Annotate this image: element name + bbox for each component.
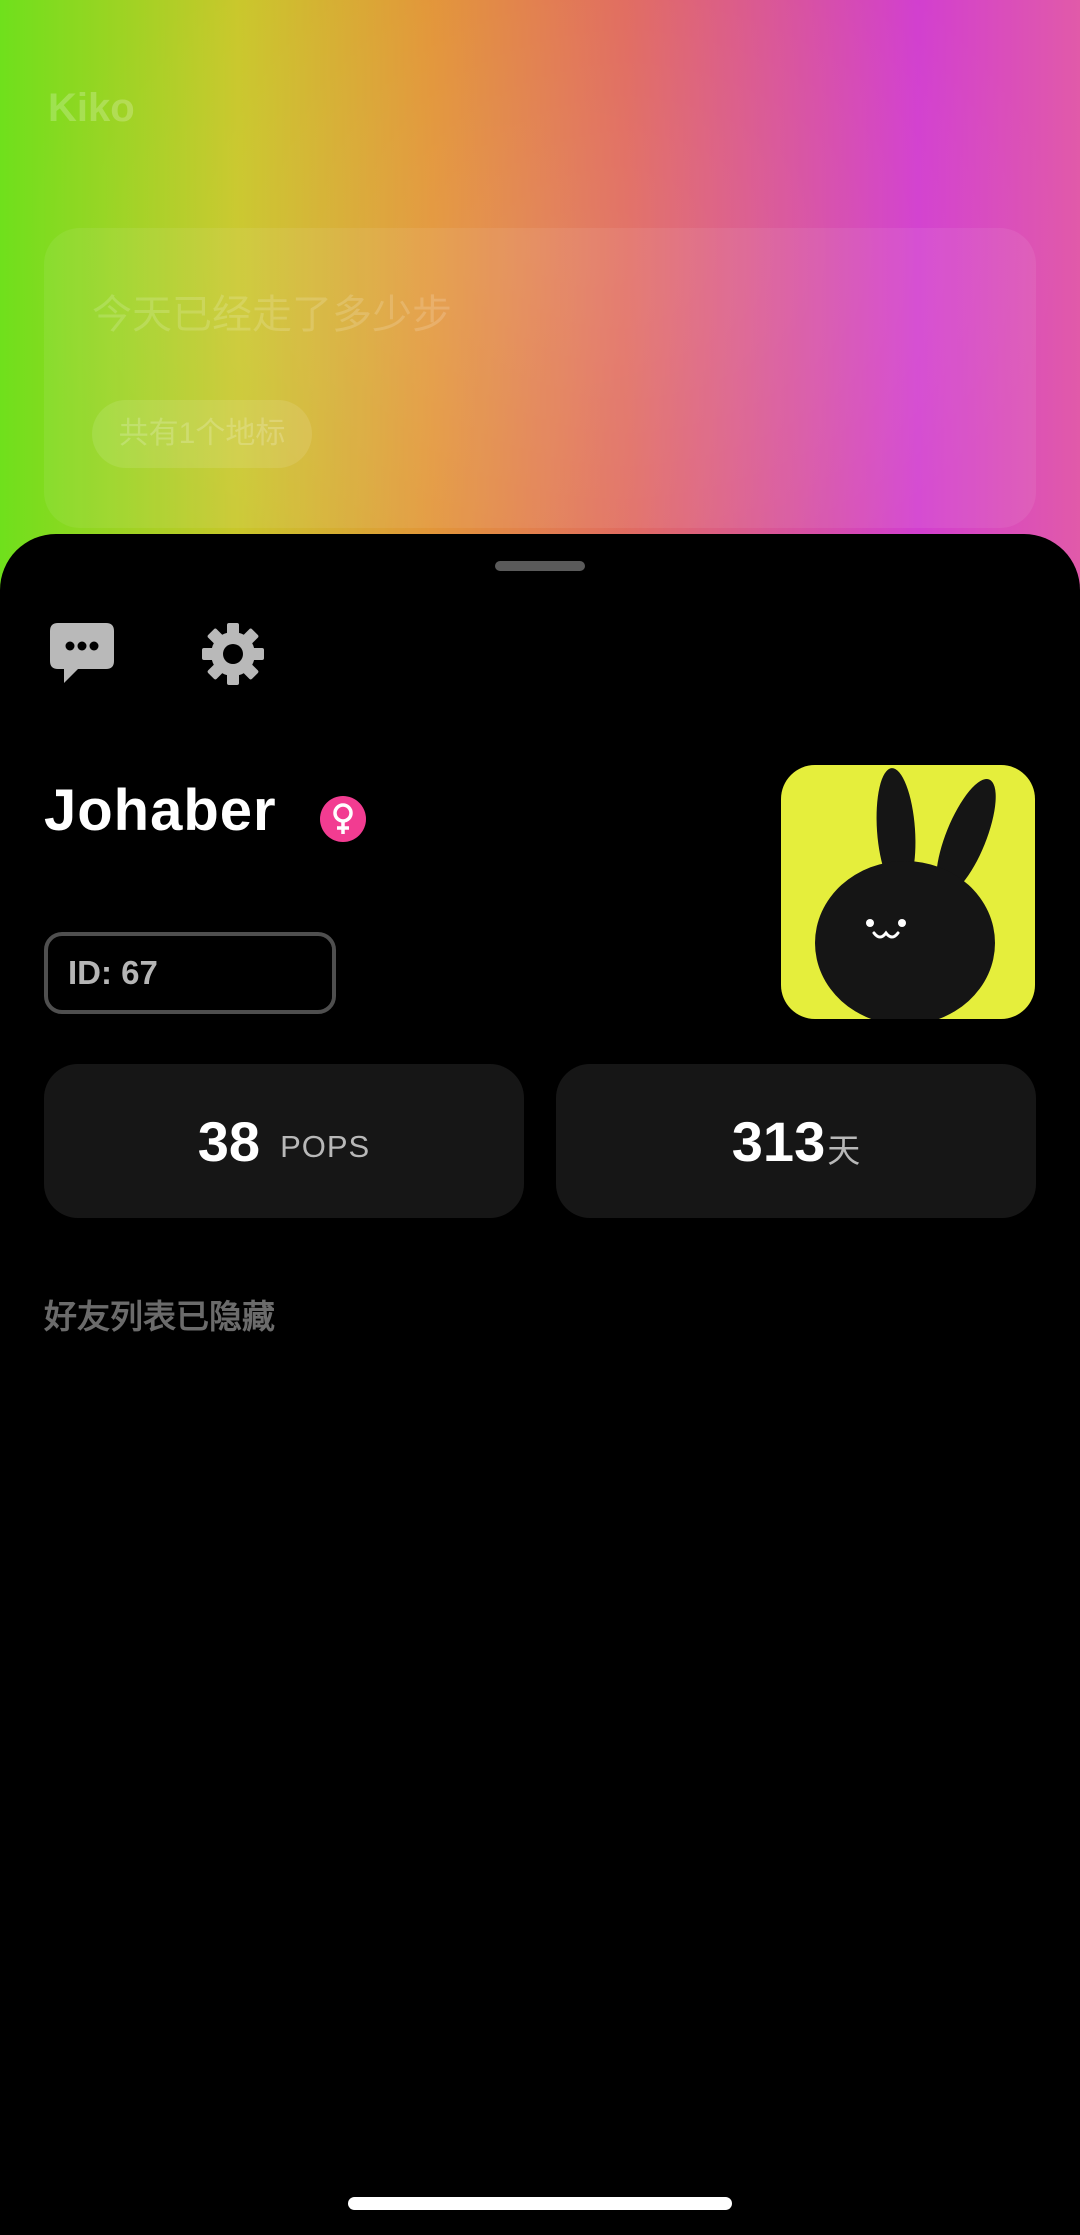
profile-sheet: Johaber ID: 67 38 POPS 313 天 好友列表已隐藏 bbox=[0, 534, 1080, 2235]
background-card bbox=[44, 228, 1036, 528]
gear-icon bbox=[202, 623, 264, 685]
redaction-smudge bbox=[176, 942, 332, 1006]
friends-hidden-notice: 好友列表已隐藏 bbox=[44, 1298, 275, 1335]
days-value: 313 bbox=[731, 1109, 826, 1173]
days-unit: 天 bbox=[827, 1132, 861, 1169]
black-bunny-avatar bbox=[815, 768, 996, 1019]
profile-screen: Kiko 今天已经走了多少步 共有1个地标 Johaber ID: 67 38 … bbox=[0, 0, 1080, 2235]
pops-value: 38 bbox=[197, 1109, 261, 1173]
user-id-text: ID: 67 bbox=[68, 954, 158, 991]
home-indicator[interactable] bbox=[348, 2197, 732, 2210]
pops-unit: POPS bbox=[280, 1129, 371, 1164]
gender-badge bbox=[320, 796, 366, 842]
background-card-chip: 共有1个地标 bbox=[92, 400, 312, 468]
user-id-field[interactable]: ID: 67 bbox=[44, 932, 336, 1014]
female-icon bbox=[333, 803, 353, 834]
settings-button[interactable] bbox=[193, 614, 273, 694]
sheet-grabber[interactable] bbox=[495, 561, 585, 571]
background-title: Kiko bbox=[48, 86, 135, 130]
pops-stat-card[interactable]: 38 POPS bbox=[44, 1064, 524, 1218]
profile-name: Johaber bbox=[44, 778, 277, 843]
background-card-text: 今天已经走了多少步 bbox=[92, 293, 452, 337]
avatar[interactable] bbox=[781, 765, 1035, 1019]
chat-button[interactable] bbox=[42, 614, 122, 694]
days-stat-card[interactable]: 313 天 bbox=[556, 1064, 1036, 1218]
chat-bubble-icon bbox=[50, 623, 114, 683]
